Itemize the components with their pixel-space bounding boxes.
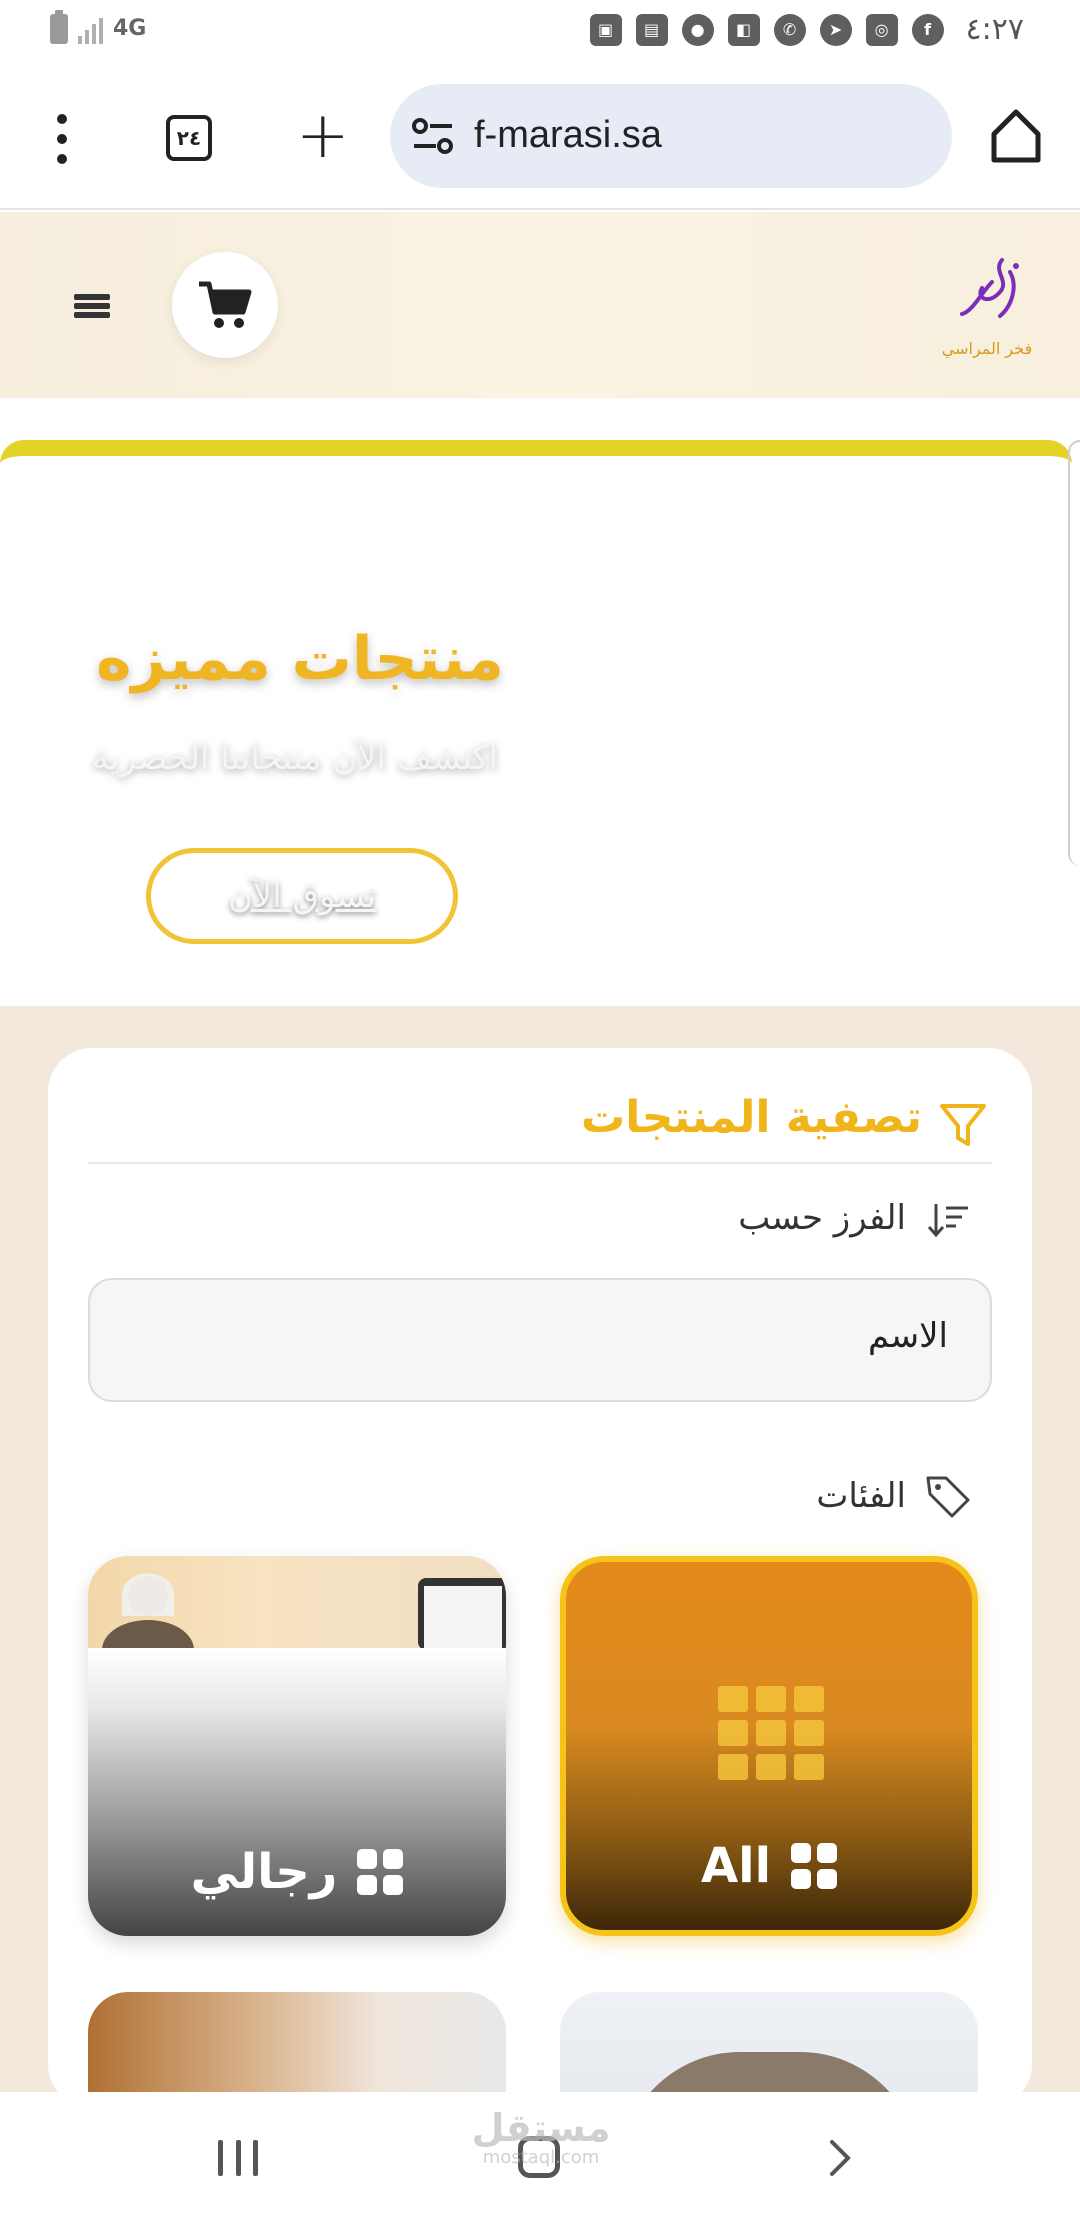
new-tab-button[interactable]: + (296, 104, 350, 168)
network-type: 4G (113, 16, 147, 41)
browser-toolbar: ٢٤ + f-marasi.sa (0, 64, 1080, 210)
system-nav-bar: مستقل mostaql.com (0, 2092, 1080, 2220)
grid-icon (791, 1843, 838, 1889)
back-icon[interactable] (826, 2138, 854, 2178)
hero-banner: منتجات مميزه اكتشف الآن منتجاتنا الحصرية… (0, 440, 1072, 964)
home-icon[interactable] (990, 108, 1042, 164)
category-name: All (700, 1838, 772, 1894)
calligraphy-logo-icon (960, 258, 1019, 318)
menu-icon[interactable] (74, 294, 110, 318)
category-card-partial[interactable] (88, 1992, 506, 2108)
status-left: 4G (50, 10, 147, 44)
battery-icon (50, 10, 68, 44)
category-name: رجالي (190, 1844, 338, 1900)
recent-apps-button[interactable] (218, 2140, 258, 2176)
category-card-all[interactable]: All (560, 1556, 978, 1936)
sort-label: الفرز حسب (738, 1198, 906, 1238)
sort-icon (927, 1204, 968, 1238)
logo-text: فخر المراسي (941, 339, 1033, 358)
wallet-icon: ▤ (635, 13, 668, 46)
category-label: رجالي (88, 1844, 506, 1900)
status-right: ▣ ▤ ● ◧ ✆ ➤ ◎ f ٤:٢٧ (589, 12, 1024, 47)
hero-subtitle: اكتشف الآن منتجاتنا الحصرية (91, 738, 499, 778)
gallery-icon: ▣ (589, 13, 622, 46)
site-logo[interactable]: فخر المراسي (932, 252, 1042, 362)
facebook-icon: f (911, 13, 944, 46)
sort-select-value[interactable]: الاسم (868, 1316, 948, 1356)
signal-icon (78, 14, 103, 44)
more-options-icon[interactable] (50, 114, 74, 164)
clock: ٤:٢٧ (965, 12, 1024, 47)
hero-title: منتجات مميزه (96, 624, 504, 694)
category-card-partial[interactable] (560, 1992, 978, 2108)
instagram-icon: ◎ (865, 13, 898, 46)
shop-now-button[interactable]: تسوق الآن (146, 848, 458, 944)
categories-label: الفئات (816, 1476, 906, 1516)
category-card-men[interactable]: رجالي (88, 1556, 506, 1936)
whatsapp-icon: ✆ (773, 13, 806, 46)
grid-icon (357, 1849, 404, 1895)
tab-switcher-button[interactable]: ٢٤ (166, 115, 212, 161)
watermark-latin: mostaql.com (482, 2147, 600, 2168)
tag-icon (926, 1476, 970, 1518)
address-bar[interactable]: f-marasi.sa (390, 84, 952, 188)
cart-button[interactable] (172, 252, 278, 358)
filter-icon (940, 1104, 986, 1146)
site-settings-icon[interactable] (412, 116, 454, 156)
site-header: فخر المراسي (0, 212, 1080, 398)
category-label: All (566, 1838, 972, 1894)
watermark: مستقل mostaql.com (466, 2108, 616, 2168)
telegram-icon: ➤ (819, 13, 852, 46)
category-image (88, 1556, 506, 1680)
divider (88, 1162, 992, 1164)
grid-icon (718, 1686, 824, 1780)
filter-panel: تصفية المنتجات الفرز حسب الاسم الفئات Al… (48, 1048, 1032, 2108)
cart-icon (199, 281, 252, 328)
account-icon: ● (681, 13, 714, 46)
contact-card-icon: ◧ (727, 13, 760, 46)
next-slide-edge[interactable] (1068, 440, 1080, 866)
watermark-arabic: مستقل (471, 2106, 611, 2150)
sort-select[interactable]: الاسم (88, 1278, 992, 1402)
url-text[interactable]: f-marasi.sa (474, 114, 662, 157)
filter-title: تصفية المنتجات (581, 1092, 922, 1143)
category-photo (102, 1573, 506, 1680)
status-bar: 4G ▣ ▤ ● ◧ ✆ ➤ ◎ f ٤:٢٧ (0, 0, 1080, 64)
